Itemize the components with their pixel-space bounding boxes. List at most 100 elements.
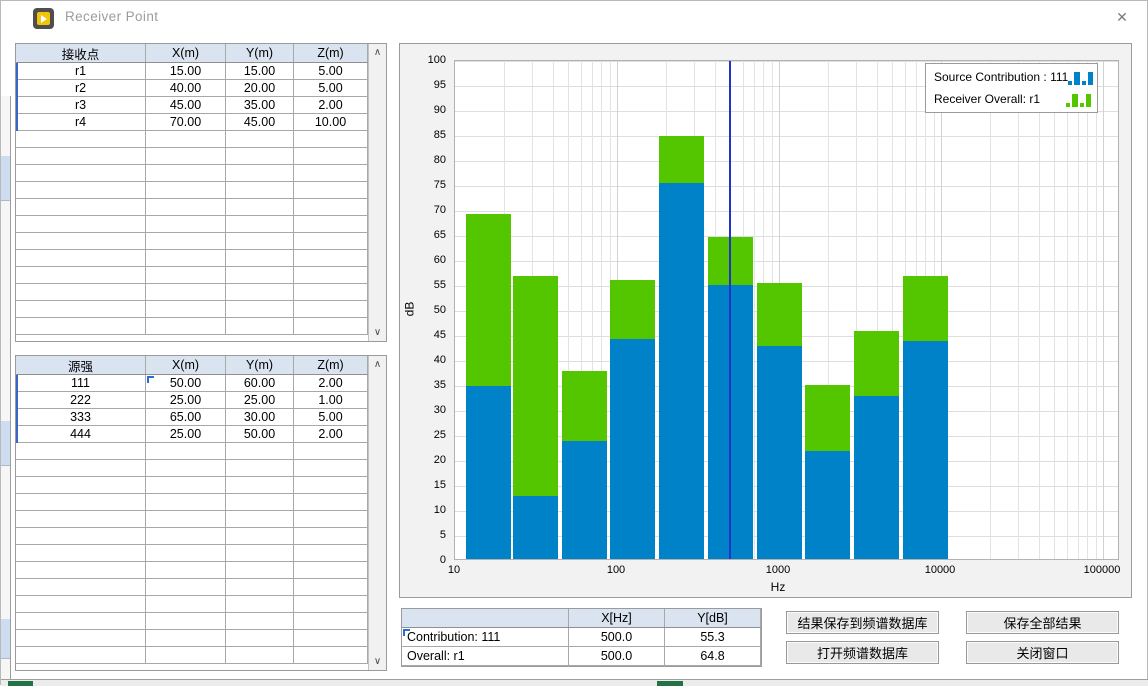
close-window-button[interactable]: 关闭窗口: [966, 641, 1119, 664]
scroll-up-icon[interactable]: ∧: [369, 356, 386, 373]
table-cell[interactable]: 55.3: [665, 628, 761, 647]
save-all-results-button[interactable]: 保存全部结果: [966, 611, 1119, 634]
save-results-to-spectrum-db-button[interactable]: 结果保存到频谱数据库: [786, 611, 939, 634]
table-cell[interactable]: r2: [16, 80, 146, 97]
table-cell[interactable]: [226, 477, 294, 494]
table-cell[interactable]: [294, 233, 368, 250]
table-cell[interactable]: 40.00: [146, 80, 226, 97]
table-row[interactable]: [16, 579, 368, 596]
table-cell[interactable]: 60.00: [226, 375, 294, 392]
table-cell[interactable]: 2.00: [294, 97, 368, 114]
table-cell[interactable]: [294, 318, 368, 335]
table-row[interactable]: [16, 443, 368, 460]
table-cell[interactable]: [16, 165, 146, 182]
table-cell[interactable]: [226, 630, 294, 647]
table-cell[interactable]: [294, 511, 368, 528]
table-row[interactable]: r345.0035.002.00: [16, 97, 368, 114]
table-cell[interactable]: [226, 596, 294, 613]
table-row[interactable]: [16, 545, 368, 562]
table-cell[interactable]: [226, 165, 294, 182]
table-cell[interactable]: 2.00: [294, 375, 368, 392]
table-cell[interactable]: [294, 131, 368, 148]
table-cell[interactable]: [146, 596, 226, 613]
table-cell[interactable]: r3: [16, 97, 146, 114]
table-cell[interactable]: [226, 528, 294, 545]
table-cell[interactable]: [16, 284, 146, 301]
table-row[interactable]: [16, 596, 368, 613]
table-cell[interactable]: [16, 443, 146, 460]
table-row[interactable]: [16, 301, 368, 318]
table-cell[interactable]: [16, 233, 146, 250]
table-cell[interactable]: [294, 647, 368, 664]
table-cell[interactable]: [16, 250, 146, 267]
table-cell[interactable]: [146, 613, 226, 630]
table-row[interactable]: [16, 494, 368, 511]
table-cell[interactable]: [226, 579, 294, 596]
table-cell[interactable]: [294, 148, 368, 165]
table-cell[interactable]: [294, 250, 368, 267]
table-cell[interactable]: [16, 460, 146, 477]
table-row[interactable]: [16, 250, 368, 267]
table-cell[interactable]: [16, 494, 146, 511]
table-cell[interactable]: [294, 443, 368, 460]
table-cell[interactable]: 5.00: [294, 80, 368, 97]
table-cell[interactable]: [294, 199, 368, 216]
table-cell[interactable]: r4: [16, 114, 146, 131]
table-cell[interactable]: r1: [16, 63, 146, 80]
table-cell[interactable]: 10.00: [294, 114, 368, 131]
chart-cursor-line[interactable]: [729, 61, 731, 559]
table-cell[interactable]: [294, 460, 368, 477]
table-row[interactable]: [16, 199, 368, 216]
table-cell[interactable]: [16, 596, 146, 613]
table-cell[interactable]: [294, 182, 368, 199]
source-table-scrollbar[interactable]: ∧ ∨: [368, 356, 386, 670]
table-cell[interactable]: [294, 267, 368, 284]
table-cell[interactable]: [146, 562, 226, 579]
table-cell[interactable]: [226, 182, 294, 199]
table-row[interactable]: r115.0015.005.00: [16, 63, 368, 80]
table-cell[interactable]: [16, 131, 146, 148]
table-cell[interactable]: [294, 165, 368, 182]
table-cell[interactable]: [146, 630, 226, 647]
table-cell[interactable]: 500.0: [569, 628, 665, 647]
table-cell[interactable]: 50.00: [146, 375, 226, 392]
table-row[interactable]: [16, 216, 368, 233]
table-cell[interactable]: [294, 596, 368, 613]
table-cell[interactable]: [16, 318, 146, 335]
table-cell[interactable]: [16, 477, 146, 494]
table-cell[interactable]: 65.00: [146, 409, 226, 426]
table-cell[interactable]: [16, 613, 146, 630]
table-cell[interactable]: [226, 494, 294, 511]
table-cell[interactable]: [226, 284, 294, 301]
scroll-down-icon[interactable]: ∨: [369, 324, 386, 341]
table-cell[interactable]: [226, 233, 294, 250]
table-cell[interactable]: [146, 460, 226, 477]
table-cell[interactable]: [226, 250, 294, 267]
table-row[interactable]: r240.0020.005.00: [16, 80, 368, 97]
table-cell[interactable]: 111: [16, 375, 146, 392]
table-cell[interactable]: [146, 318, 226, 335]
table-cell[interactable]: 25.00: [226, 392, 294, 409]
table-cell[interactable]: [226, 511, 294, 528]
table-cell[interactable]: [16, 182, 146, 199]
table-cell[interactable]: [146, 216, 226, 233]
table-row[interactable]: [16, 165, 368, 182]
table-cell[interactable]: 50.00: [226, 426, 294, 443]
table-cell[interactable]: [146, 284, 226, 301]
close-icon[interactable]: ✕: [1113, 8, 1131, 26]
table-cell[interactable]: [146, 199, 226, 216]
table-cell[interactable]: Overall: r1: [402, 647, 569, 666]
table-cell[interactable]: [16, 545, 146, 562]
table-cell[interactable]: 30.00: [226, 409, 294, 426]
table-cell[interactable]: [16, 562, 146, 579]
table-cell[interactable]: [146, 131, 226, 148]
table-cell[interactable]: [226, 267, 294, 284]
table-cell[interactable]: [294, 545, 368, 562]
table-row[interactable]: [16, 511, 368, 528]
table-cell[interactable]: [146, 647, 226, 664]
table-cell[interactable]: 333: [16, 409, 146, 426]
table-row[interactable]: [16, 562, 368, 579]
table-row[interactable]: [16, 528, 368, 545]
table-row[interactable]: [16, 267, 368, 284]
table-cell[interactable]: [226, 460, 294, 477]
